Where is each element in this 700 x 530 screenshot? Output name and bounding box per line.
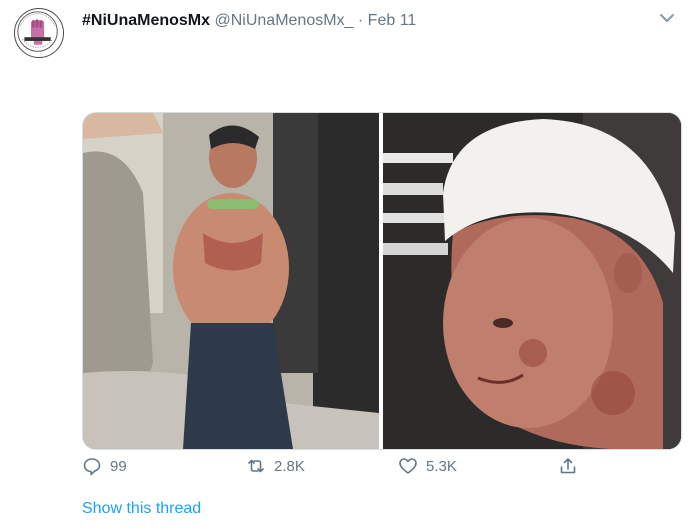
avatar[interactable]: [14, 8, 64, 58]
reply-count: 99: [110, 457, 127, 475]
tweet-actions: 99 2.8K 5.3K: [82, 456, 682, 484]
handle[interactable]: @NiUnaMenosMx_: [214, 12, 353, 29]
photo-right-image: [383, 113, 681, 449]
retweet-count: 2.8K: [274, 457, 305, 475]
photo-left-image: [83, 113, 379, 449]
reply-icon: [83, 458, 101, 476]
display-name[interactable]: #NiUnaMenosMx: [82, 12, 210, 29]
like-count: 5.3K: [426, 457, 457, 475]
separator-dot: ·: [357, 12, 364, 29]
tweet: #NiUnaMenosMx @NiUnaMenosMx_ · Feb 11 99…: [0, 0, 700, 530]
tweet-header: #NiUnaMenosMx @NiUnaMenosMx_ · Feb 11: [82, 12, 416, 30]
chevron-down-icon[interactable]: [658, 9, 676, 27]
retweet-icon: [248, 459, 264, 473]
show-thread-link[interactable]: Show this thread: [82, 500, 201, 518]
like-button[interactable]: 5.3K: [398, 456, 457, 476]
media-grid: [82, 112, 682, 450]
heart-icon: [399, 458, 417, 474]
share-icon: [560, 458, 576, 474]
share-button[interactable]: [558, 456, 586, 476]
raised-fist-logo-icon: [17, 11, 58, 52]
tweet-date[interactable]: Feb 11: [368, 12, 417, 29]
photo-left[interactable]: [83, 113, 379, 449]
reply-button[interactable]: 99: [82, 456, 127, 476]
photo-right[interactable]: [383, 113, 681, 449]
retweet-button[interactable]: 2.8K: [246, 456, 305, 476]
